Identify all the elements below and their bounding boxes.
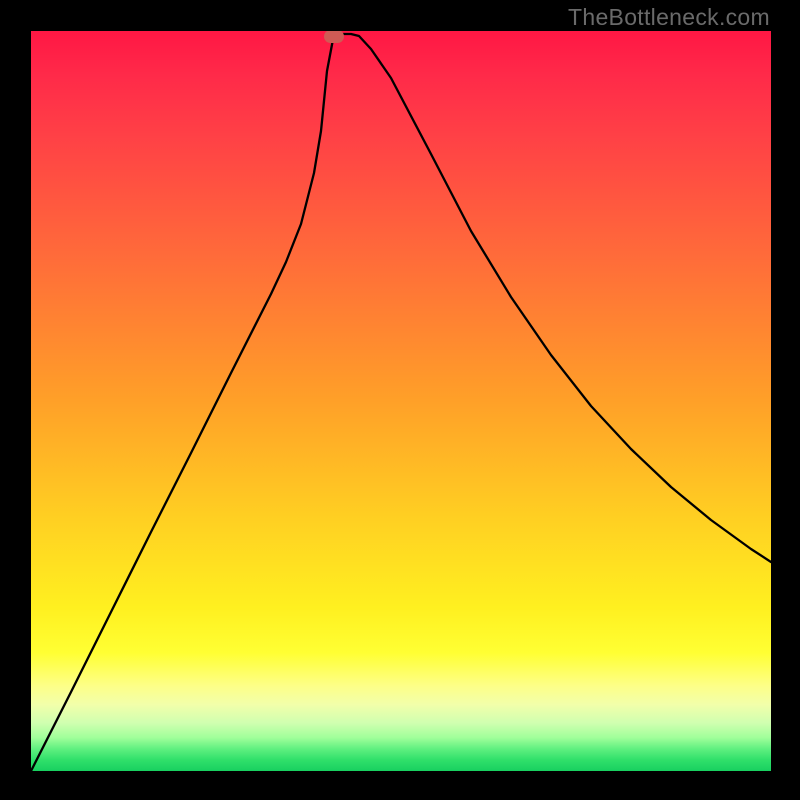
current-point-marker xyxy=(324,31,344,43)
chart-frame: TheBottleneck.com xyxy=(0,0,800,800)
plot-area xyxy=(31,31,771,771)
bottleneck-curve xyxy=(31,31,771,771)
watermark-text: TheBottleneck.com xyxy=(568,4,770,31)
